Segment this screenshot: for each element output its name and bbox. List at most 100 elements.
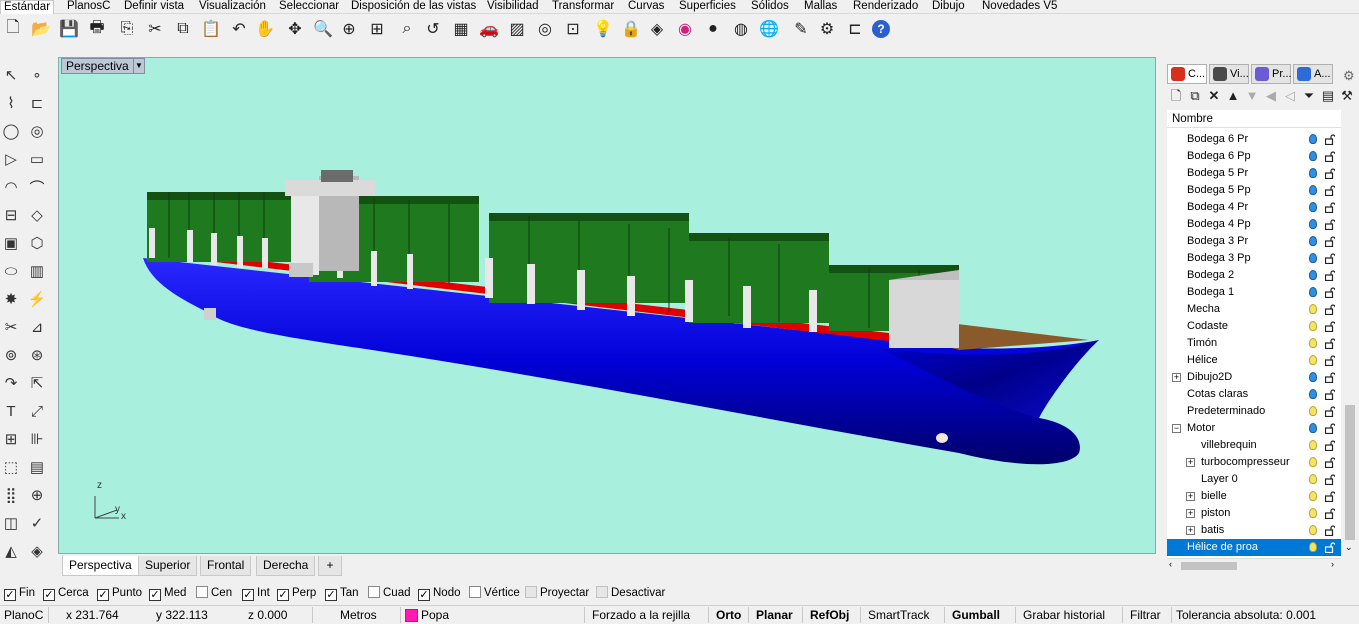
lightbulb-icon[interactable] xyxy=(1309,304,1317,314)
wrench-icon[interactable]: ⚒ xyxy=(1338,86,1356,106)
unlock-icon[interactable] xyxy=(1324,236,1336,248)
unlock-icon[interactable] xyxy=(1324,457,1336,469)
layer-column-header[interactable]: Nombre xyxy=(1167,110,1341,128)
osnap-checkbox[interactable]: ✓ xyxy=(97,589,109,601)
osnap-fin[interactable]: ✓ Fin xyxy=(4,585,35,601)
tool-icon[interactable]: ▤ xyxy=(1319,86,1337,106)
layer-row[interactable]: Hélice de proa xyxy=(1167,539,1341,556)
osnap-checkbox[interactable]: ✓ xyxy=(43,589,55,601)
osnap-icon[interactable]: ⊡ xyxy=(562,18,584,40)
unlock-icon[interactable] xyxy=(1324,134,1336,146)
lightbulb-icon[interactable] xyxy=(1309,355,1317,365)
ribbon-tab-14[interactable]: Novedades V5 xyxy=(979,0,1060,14)
trim-icon[interactable]: ✂ xyxy=(0,316,22,338)
status-toggle-3[interactable]: RefObj xyxy=(810,606,849,624)
layer-row[interactable]: Bodega 3 Pp xyxy=(1167,250,1341,267)
unlock-icon[interactable] xyxy=(1324,321,1336,333)
osnap-checkbox[interactable]: ✓ xyxy=(149,589,161,601)
zoom-window-icon[interactable]: ⊕ xyxy=(338,18,360,40)
lightbulb-icon[interactable] xyxy=(1309,287,1317,297)
osnap-checkbox[interactable]: ✓ xyxy=(325,589,337,601)
lightbulb-icon[interactable] xyxy=(1309,372,1317,382)
expand-icon[interactable]: + xyxy=(1186,492,1195,501)
current-layer-label[interactable]: Popa xyxy=(421,606,449,624)
group-icon[interactable]: ⊚ xyxy=(0,344,22,366)
join-icon[interactable]: ⚡ xyxy=(26,288,48,310)
panel-tab-0[interactable]: C... xyxy=(1167,64,1207,84)
fillet-icon[interactable]: ↷ xyxy=(0,372,22,394)
unlock-icon[interactable] xyxy=(1324,440,1336,452)
ribbon-tab-6[interactable]: Visibilidad xyxy=(484,0,542,14)
mirror-icon[interactable]: ◫ xyxy=(0,512,22,534)
layer-row[interactable]: Bodega 1 xyxy=(1167,284,1341,301)
explode-icon[interactable]: ✸ xyxy=(0,288,22,310)
status-toggle-0[interactable]: Forzado a la rejilla xyxy=(592,606,690,624)
unlock-icon[interactable] xyxy=(1324,304,1336,316)
panel-tab-1[interactable]: Vi... xyxy=(1209,64,1249,84)
lock-icon[interactable]: 🔒 xyxy=(620,18,642,40)
zoom-selected-icon[interactable]: ⌕ xyxy=(396,18,418,40)
surface-icon[interactable]: ⊟ xyxy=(0,204,22,226)
expand-icon[interactable]: + xyxy=(1186,458,1195,467)
status-toggle-6[interactable]: Grabar historial xyxy=(1023,606,1105,624)
layer-row[interactable]: Bodega 5 Pp xyxy=(1167,182,1341,199)
panel-options-gear-icon[interactable]: ⚙ xyxy=(1343,68,1355,84)
unlock-icon[interactable] xyxy=(1324,151,1336,163)
box-edit-icon[interactable]: ⬚ xyxy=(0,456,22,478)
layer-icon[interactable]: ◈ xyxy=(646,18,668,40)
delete-icon[interactable]: ✕ xyxy=(1205,86,1223,106)
grid-snap-icon[interactable]: ▤ xyxy=(26,456,48,478)
properties-icon[interactable]: ✎ xyxy=(790,18,812,40)
shade-icon[interactable]: ◭ xyxy=(0,540,22,562)
layer-row[interactable]: Bodega 5 Pr xyxy=(1167,165,1341,182)
ribbon-tab-1[interactable]: PlanosC xyxy=(64,0,113,14)
lightbulb-icon[interactable] xyxy=(1309,389,1317,399)
unlock-icon[interactable] xyxy=(1324,338,1336,350)
render-sphere-icon[interactable]: ◍ xyxy=(730,18,752,40)
zoom-icon[interactable]: 🔍 xyxy=(312,18,334,40)
layer-row[interactable]: Bodega 3 Pr xyxy=(1167,233,1341,250)
solid-tools-icon[interactable]: ⬡ xyxy=(26,232,48,254)
layer-row[interactable]: Bodega 6 Pr xyxy=(1167,131,1341,148)
viewport-menu-chevron-icon[interactable]: ▼ xyxy=(133,58,145,74)
lightbulb-icon[interactable] xyxy=(1309,406,1317,416)
unlock-icon[interactable] xyxy=(1324,491,1336,503)
move-parent-icon[interactable]: ◀ xyxy=(1262,86,1280,106)
copy-icon[interactable]: ⧉ xyxy=(172,18,194,40)
add-viewport-tab-icon[interactable]: + xyxy=(318,556,342,576)
sphere-icon[interactable]: ● xyxy=(702,18,724,40)
ribbon-tab-10[interactable]: Sólidos xyxy=(748,0,792,14)
block-icon[interactable]: ⊕ xyxy=(26,484,48,506)
lightbulb-icon[interactable] xyxy=(1309,168,1317,178)
osnap-checkbox[interactable] xyxy=(196,586,208,598)
layer-row[interactable]: Cotas claras xyxy=(1167,386,1341,403)
ribbon-tab-9[interactable]: Superficies xyxy=(676,0,739,14)
surface-edit-icon[interactable]: ◇ xyxy=(26,204,48,226)
lightbulb-icon[interactable] xyxy=(1309,321,1317,331)
unlock-icon[interactable] xyxy=(1324,542,1336,554)
lightbulb-icon[interactable] xyxy=(1309,202,1317,212)
unlock-icon[interactable] xyxy=(1324,185,1336,197)
circle-icon[interactable]: ◯ xyxy=(0,120,22,142)
osnap-desactivar[interactable]: Desactivar xyxy=(596,585,665,601)
status-toggle-1[interactable]: Orto xyxy=(716,606,741,624)
lightbulb-icon[interactable] xyxy=(1309,525,1317,535)
unlock-icon[interactable] xyxy=(1324,474,1336,486)
cut-icon[interactable]: ✂ xyxy=(144,18,166,40)
ribbon-tab-0[interactable]: Estándar xyxy=(0,0,55,14)
layer-row[interactable]: Layer 0 xyxy=(1167,471,1341,488)
lightbulb-icon[interactable] xyxy=(1309,338,1317,348)
ribbon-tab-13[interactable]: Dibujo xyxy=(929,0,968,14)
ribbon-tab-5[interactable]: Disposición de las vistas xyxy=(348,0,479,14)
viewport-title[interactable]: Perspectiva xyxy=(61,58,134,74)
lightbulb-icon[interactable] xyxy=(1309,219,1317,229)
open-icon[interactable]: 📂 xyxy=(30,18,52,40)
layer-row[interactable]: + bielle xyxy=(1167,488,1341,505)
circle-snap-icon[interactable]: ◎ xyxy=(534,18,556,40)
osnap-med[interactable]: ✓ Med xyxy=(149,585,186,601)
panel-tab-3[interactable]: A... xyxy=(1293,64,1333,84)
curve-icon[interactable]: ⊏ xyxy=(26,92,48,114)
color-wheel-icon[interactable]: ◉ xyxy=(674,18,696,40)
ellipse-icon[interactable]: ◎ xyxy=(26,120,48,142)
ribbon-tab-4[interactable]: Seleccionar xyxy=(276,0,342,14)
